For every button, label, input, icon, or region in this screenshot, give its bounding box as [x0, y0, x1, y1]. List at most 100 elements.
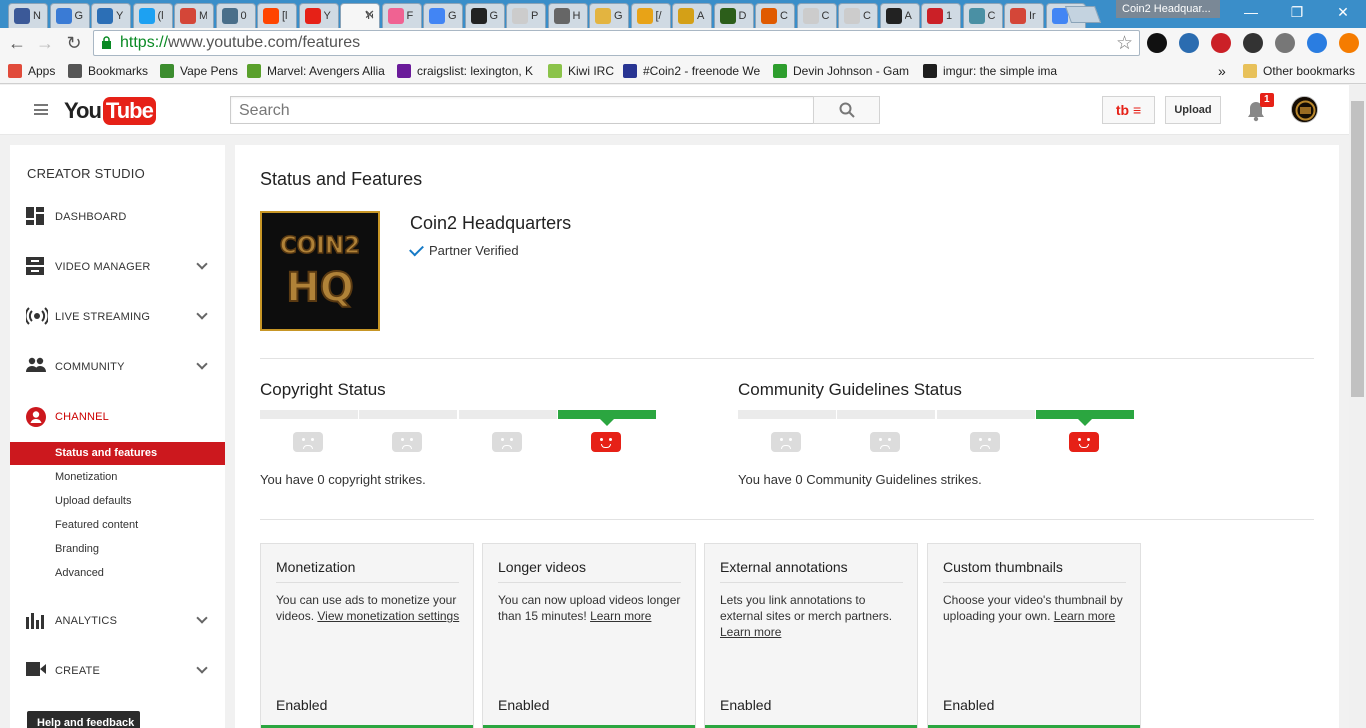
- sidebar-item-dashboard[interactable]: DASHBOARD: [10, 204, 225, 230]
- browser-tab[interactable]: P: [506, 3, 546, 28]
- feature-card-external-annotations: External annotations Lets you link annota…: [704, 543, 918, 728]
- browser-tab[interactable]: Y: [91, 3, 131, 28]
- upload-button[interactable]: Upload: [1165, 96, 1221, 124]
- maximize-button[interactable]: ❐: [1274, 0, 1320, 24]
- chevron-down-icon[interactable]: [196, 662, 208, 674]
- new-tab-button[interactable]: [1064, 6, 1102, 23]
- browser-tab[interactable]: G: [589, 3, 629, 28]
- bookmark-item[interactable]: Kiwi IRC: [548, 62, 618, 80]
- channel-subnav-item[interactable]: Monetization: [10, 466, 225, 489]
- tab-title: Y: [323, 10, 331, 22]
- browser-tab[interactable]: C: [962, 3, 1003, 28]
- forward-button[interactable]: →: [34, 32, 56, 54]
- other-bookmarks-folder[interactable]: Other bookmarks: [1243, 62, 1355, 80]
- sad-face-icon: [969, 432, 1000, 452]
- browser-tab[interactable]: [/: [630, 3, 671, 28]
- bookmark-item[interactable]: Vape Pens: [160, 62, 240, 80]
- extension-menu-icon[interactable]: [1339, 33, 1359, 53]
- browser-tab[interactable]: C: [796, 3, 837, 28]
- tab-favicon-icon: [678, 8, 694, 24]
- bookmark-item[interactable]: Bookmarks: [68, 62, 153, 80]
- close-window-button[interactable]: ✕: [1320, 0, 1366, 24]
- browser-tab[interactable]: C: [838, 3, 878, 28]
- sidebar-item-label: LIVE STREAMING: [55, 311, 151, 323]
- strike-meter-segment: [738, 410, 836, 419]
- channel-subnav-item[interactable]: Branding: [10, 538, 225, 561]
- search-input[interactable]: Search: [230, 96, 814, 124]
- browser-tab[interactable]: N: [8, 3, 48, 28]
- browser-tab[interactable]: M: [174, 3, 214, 28]
- extension-ext-2-icon[interactable]: [1179, 33, 1199, 53]
- browser-tab[interactable]: (l: [132, 3, 173, 28]
- bookmark-star-icon[interactable]: ☆: [1116, 32, 1133, 55]
- bookmark-item[interactable]: Apps: [8, 62, 60, 80]
- extension-ext-6-icon[interactable]: [1307, 33, 1327, 53]
- account-avatar[interactable]: [1291, 96, 1318, 123]
- scrollbar-thumb[interactable]: [1351, 101, 1364, 397]
- chevron-down-icon[interactable]: [196, 308, 208, 320]
- search-button[interactable]: [813, 96, 880, 124]
- sidebar-item-live-streaming[interactable]: LIVE STREAMING: [10, 304, 225, 330]
- sidebar-item-channel[interactable]: CHANNEL: [10, 404, 225, 430]
- reload-button[interactable]: ↻: [63, 32, 85, 54]
- browser-tab[interactable]: C: [755, 3, 795, 28]
- address-bar[interactable]: https://www.youtube.com/features ☆: [93, 30, 1140, 56]
- browser-tab[interactable]: G: [49, 3, 90, 28]
- close-tab-icon[interactable]: ✕: [364, 7, 375, 23]
- bookmark-item[interactable]: Marvel: Avengers Allia: [247, 62, 387, 80]
- browser-tab[interactable]: F: [381, 3, 422, 28]
- back-button[interactable]: ←: [6, 32, 28, 54]
- extension-tubebuddy-icon[interactable]: [1275, 33, 1295, 53]
- channel-subnav-item[interactable]: Upload defaults: [10, 490, 225, 513]
- browser-tab[interactable]: 1: [921, 3, 961, 28]
- browser-tab[interactable]: G: [464, 3, 505, 28]
- browser-tab[interactable]: Ir: [1004, 3, 1044, 28]
- sidebar-item-video-manager[interactable]: VIDEO MANAGER: [10, 254, 225, 280]
- chevron-down-icon[interactable]: [196, 358, 208, 370]
- browser-tab[interactable]: A: [672, 3, 712, 28]
- guide-menu-icon[interactable]: [34, 104, 48, 115]
- browser-tab[interactable]: D: [713, 3, 754, 28]
- browser-tab[interactable]: A: [879, 3, 920, 28]
- help-feedback-button[interactable]: Help and feedback: [27, 711, 140, 728]
- sidebar-item-analytics[interactable]: ANALYTICS: [10, 608, 225, 634]
- channel-subnav-item[interactable]: Featured content: [10, 514, 225, 537]
- chevron-down-icon[interactable]: [196, 258, 208, 270]
- bookmark-icon: [923, 64, 937, 78]
- bookmark-item[interactable]: #Coin2 - freenode We: [623, 62, 763, 80]
- chevron-down-icon[interactable]: [196, 612, 208, 624]
- url-path: www.youtube.com/features: [168, 34, 361, 51]
- logo-text-coin2: COIN2: [280, 233, 360, 259]
- partner-verified-status: Partner Verified: [409, 241, 519, 258]
- notification-count-badge: 1: [1260, 93, 1274, 107]
- sidebar-item-community[interactable]: COMMUNITY: [10, 354, 225, 380]
- browser-tab[interactable]: Y: [298, 3, 339, 28]
- feature-card-description: Lets you link annotations to external si…: [720, 592, 910, 640]
- browser-tab[interactable]: H: [547, 3, 588, 28]
- feature-card-link[interactable]: View monetization settings: [317, 609, 459, 623]
- tubebuddy-button[interactable]: tb ≡: [1102, 96, 1155, 124]
- extension-pinterest-icon[interactable]: [1211, 33, 1231, 53]
- bookmark-item[interactable]: craigslist: lexington, K: [397, 62, 537, 80]
- tab-title: P: [531, 10, 539, 22]
- bookmark-item[interactable]: imgur: the simple ima: [923, 62, 1063, 80]
- feature-card-link[interactable]: Learn more: [590, 609, 651, 623]
- browser-tab[interactable]: Yo✕: [340, 3, 380, 28]
- sidebar-item-create[interactable]: CREATE: [10, 658, 225, 684]
- bookmark-item[interactable]: Devin Johnson - Gam: [773, 62, 913, 80]
- tab-favicon-icon: [885, 8, 902, 24]
- feature-card-link[interactable]: Learn more: [1054, 609, 1115, 623]
- url-text[interactable]: https://www.youtube.com/features: [120, 34, 360, 52]
- feature-card-link[interactable]: Learn more: [720, 625, 781, 639]
- channel-subnav-item[interactable]: Advanced: [10, 562, 225, 585]
- youtube-logo[interactable]: You Tube: [64, 96, 156, 125]
- minimize-button[interactable]: —: [1228, 0, 1274, 24]
- browser-tab[interactable]: G: [423, 3, 463, 28]
- extension-ext-1-icon[interactable]: [1147, 33, 1167, 53]
- bookmarks-overflow-button[interactable]: »: [1218, 62, 1226, 80]
- browser-tab[interactable]: 0: [215, 3, 256, 28]
- channel-subnav-item[interactable]: Status and features: [10, 442, 225, 465]
- browser-tab[interactable]: [l: [257, 3, 297, 28]
- tab-favicon-icon: [512, 8, 528, 24]
- extension-ext-4-icon[interactable]: [1243, 33, 1263, 53]
